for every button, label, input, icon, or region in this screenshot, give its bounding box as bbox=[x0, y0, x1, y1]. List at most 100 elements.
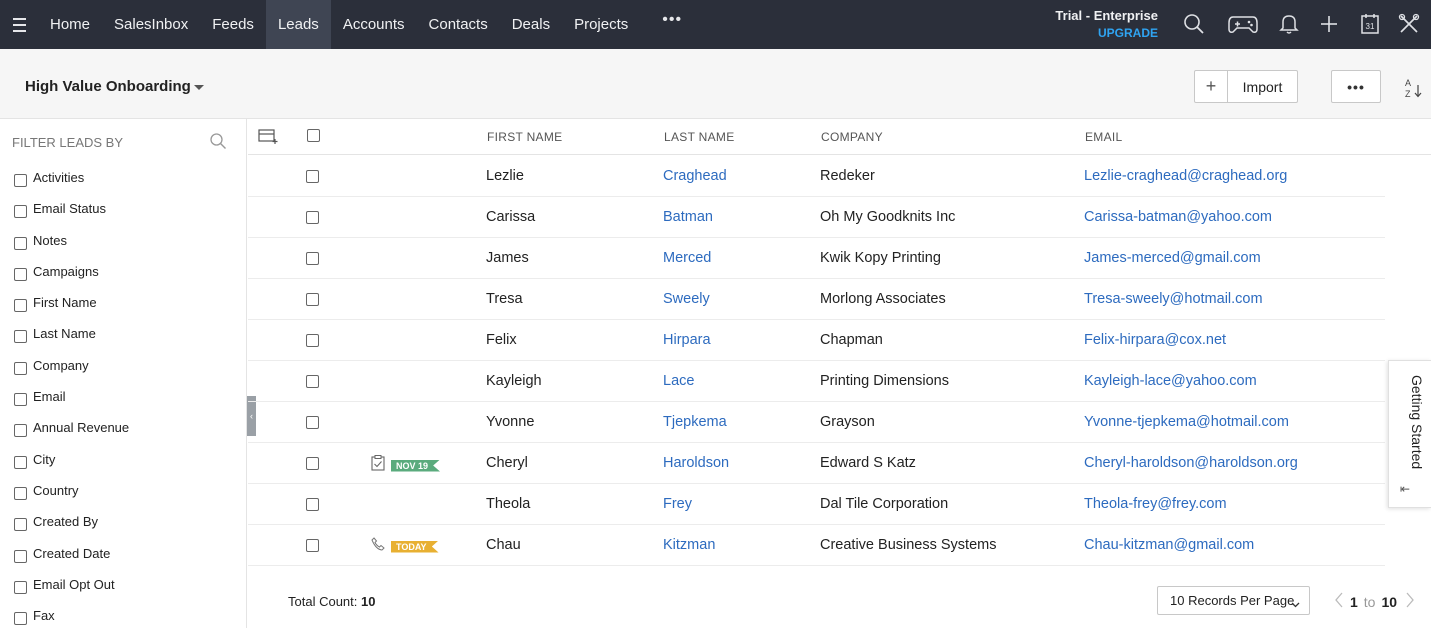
filter-checkbox[interactable] bbox=[14, 518, 27, 532]
table-row[interactable]: Tresa Sweely Morlong Associates Tresa-sweel… bbox=[248, 279, 1385, 320]
nav-leads[interactable]: Leads bbox=[265, 0, 331, 49]
table-row[interactable]: Kayleigh Lace Printing Dimensions Kayleigh-… bbox=[248, 361, 1385, 402]
next-page-icon[interactable] bbox=[1405, 592, 1415, 611]
import-button[interactable]: Import bbox=[1228, 71, 1297, 102]
filter-item[interactable]: Activities bbox=[14, 170, 129, 201]
cell-last-name[interactable]: Merced bbox=[663, 250, 711, 266]
cell-last-name[interactable]: Batman bbox=[663, 209, 713, 225]
row-checkbox[interactable] bbox=[306, 539, 319, 552]
search-icon[interactable] bbox=[209, 132, 227, 150]
filter-checkbox[interactable] bbox=[14, 486, 27, 500]
filter-checkbox[interactable] bbox=[14, 174, 27, 187]
cell-email[interactable]: Cheryl-haroldson@haroldson.org bbox=[1084, 455, 1298, 471]
row-checkbox[interactable] bbox=[306, 293, 319, 306]
custom-view-selector[interactable]: High Value Onboarding bbox=[25, 78, 191, 95]
table-row[interactable]: Theola Frey Dal Tile Corporation Theola-fre… bbox=[248, 484, 1385, 525]
filter-item[interactable]: City bbox=[14, 452, 129, 483]
column-header-email[interactable]: EMAIL bbox=[1085, 130, 1123, 144]
table-row[interactable]: Lezlie Craghead Redeker Lezlie-craghead@cra… bbox=[248, 156, 1385, 197]
cell-last-name[interactable]: Tjepkema bbox=[663, 414, 727, 430]
filter-item[interactable]: Created By bbox=[14, 514, 129, 545]
bell-icon[interactable] bbox=[1277, 12, 1301, 36]
getting-started-panel[interactable]: Getting Started ⇤ bbox=[1388, 360, 1431, 508]
filter-item[interactable]: Campaigns bbox=[14, 264, 129, 295]
plus-icon[interactable] bbox=[1317, 12, 1341, 36]
filter-checkbox[interactable] bbox=[14, 424, 27, 438]
filter-checkbox[interactable] bbox=[14, 361, 27, 375]
cell-email[interactable]: Yvonne-tjepkema@hotmail.com bbox=[1084, 414, 1289, 430]
cell-email[interactable]: James-merced@gmail.com bbox=[1084, 250, 1261, 266]
cell-email[interactable]: Tresa-sweely@hotmail.com bbox=[1084, 291, 1263, 307]
column-chooser-icon[interactable] bbox=[258, 128, 278, 144]
cell-email[interactable]: Lezlie-craghead@craghead.org bbox=[1084, 168, 1287, 184]
filter-item[interactable]: Email bbox=[14, 389, 129, 420]
activity-indicator[interactable]: NOV 19 bbox=[371, 455, 441, 476]
nav-salesinbox[interactable]: SalesInbox bbox=[102, 0, 200, 49]
filter-item[interactable]: Created Date bbox=[14, 546, 129, 577]
filter-checkbox[interactable] bbox=[14, 393, 27, 407]
cell-last-name[interactable]: Haroldson bbox=[663, 455, 729, 471]
cell-last-name[interactable]: Lace bbox=[663, 373, 694, 389]
nav-contacts[interactable]: Contacts bbox=[417, 0, 500, 49]
select-all-checkbox[interactable] bbox=[307, 129, 320, 142]
menu-icon[interactable] bbox=[0, 0, 38, 49]
filter-item[interactable]: Last Name bbox=[14, 326, 129, 357]
filter-item[interactable]: Company bbox=[14, 358, 129, 389]
column-header-first-name[interactable]: FIRST NAME bbox=[487, 130, 562, 144]
more-actions-button[interactable]: ••• bbox=[1331, 70, 1381, 103]
filter-item[interactable]: First Name bbox=[14, 295, 129, 326]
previous-page-icon[interactable] bbox=[1334, 592, 1344, 611]
filter-item[interactable]: Country bbox=[14, 483, 129, 514]
nav-more-icon[interactable]: ••• bbox=[662, 11, 682, 29]
table-row[interactable]: Felix Hirpara Chapman Felix-hirpara@cox.net bbox=[248, 320, 1385, 361]
row-checkbox[interactable] bbox=[306, 416, 319, 429]
nav-home[interactable]: Home bbox=[38, 0, 102, 49]
sort-icon[interactable]: A Z bbox=[1402, 77, 1424, 99]
column-header-company[interactable]: COMPANY bbox=[821, 130, 883, 144]
cell-email[interactable]: Theola-frey@frey.com bbox=[1084, 496, 1227, 512]
filter-checkbox[interactable] bbox=[14, 330, 27, 344]
cell-last-name[interactable]: Hirpara bbox=[663, 332, 711, 348]
row-checkbox[interactable] bbox=[306, 170, 319, 183]
cell-last-name[interactable]: Sweely bbox=[663, 291, 710, 307]
gamepad-icon[interactable] bbox=[1227, 12, 1259, 36]
filter-checkbox[interactable] bbox=[14, 455, 27, 469]
filter-checkbox[interactable] bbox=[14, 549, 27, 563]
calendar-icon[interactable]: 31 bbox=[1358, 12, 1382, 36]
cell-email[interactable]: Chau-kitzman@gmail.com bbox=[1084, 537, 1254, 553]
row-checkbox[interactable] bbox=[306, 498, 319, 511]
search-icon[interactable] bbox=[1182, 12, 1206, 36]
filter-checkbox[interactable] bbox=[14, 299, 27, 313]
filter-checkbox[interactable] bbox=[14, 236, 27, 250]
filter-item[interactable]: Notes bbox=[14, 233, 129, 264]
activity-indicator[interactable]: TODAY bbox=[371, 537, 439, 556]
cell-last-name[interactable]: Frey bbox=[663, 496, 692, 512]
filter-item[interactable]: Annual Revenue bbox=[14, 420, 129, 451]
filter-item[interactable]: Fax bbox=[14, 608, 129, 639]
table-row[interactable]: TODAY Chau Kitzman Creative Business System… bbox=[248, 525, 1385, 566]
filter-checkbox[interactable] bbox=[14, 267, 27, 281]
table-row[interactable]: Carissa Batman Oh My Goodknits Inc Carissa-… bbox=[248, 197, 1385, 238]
create-lead-button[interactable]: + bbox=[1195, 71, 1228, 102]
table-row[interactable]: NOV 19 Cheryl Haroldson Edward S Katz Cheryl… bbox=[248, 443, 1385, 484]
records-per-page-select[interactable]: 10 Records Per Page bbox=[1157, 586, 1310, 615]
nav-deals[interactable]: Deals bbox=[500, 0, 562, 49]
cell-email[interactable]: Kayleigh-lace@yahoo.com bbox=[1084, 373, 1257, 389]
cell-email[interactable]: Felix-hirpara@cox.net bbox=[1084, 332, 1226, 348]
row-checkbox[interactable] bbox=[306, 457, 319, 470]
cell-last-name[interactable]: Craghead bbox=[663, 168, 727, 184]
upgrade-link[interactable]: UPGRADE bbox=[1040, 26, 1158, 40]
filter-checkbox[interactable] bbox=[14, 580, 27, 594]
row-checkbox[interactable] bbox=[306, 334, 319, 347]
row-checkbox[interactable] bbox=[306, 252, 319, 265]
filter-checkbox[interactable] bbox=[14, 612, 27, 626]
nav-projects[interactable]: Projects bbox=[562, 0, 640, 49]
tools-icon[interactable] bbox=[1397, 12, 1421, 36]
filter-item[interactable]: Email Opt Out bbox=[14, 577, 129, 608]
cell-last-name[interactable]: Kitzman bbox=[663, 537, 715, 553]
filter-item[interactable]: Email Status bbox=[14, 201, 129, 232]
chevron-down-icon[interactable] bbox=[194, 85, 204, 90]
row-checkbox[interactable] bbox=[306, 211, 319, 224]
nav-feeds[interactable]: Feeds bbox=[200, 0, 266, 49]
column-header-last-name[interactable]: LAST NAME bbox=[664, 130, 735, 144]
